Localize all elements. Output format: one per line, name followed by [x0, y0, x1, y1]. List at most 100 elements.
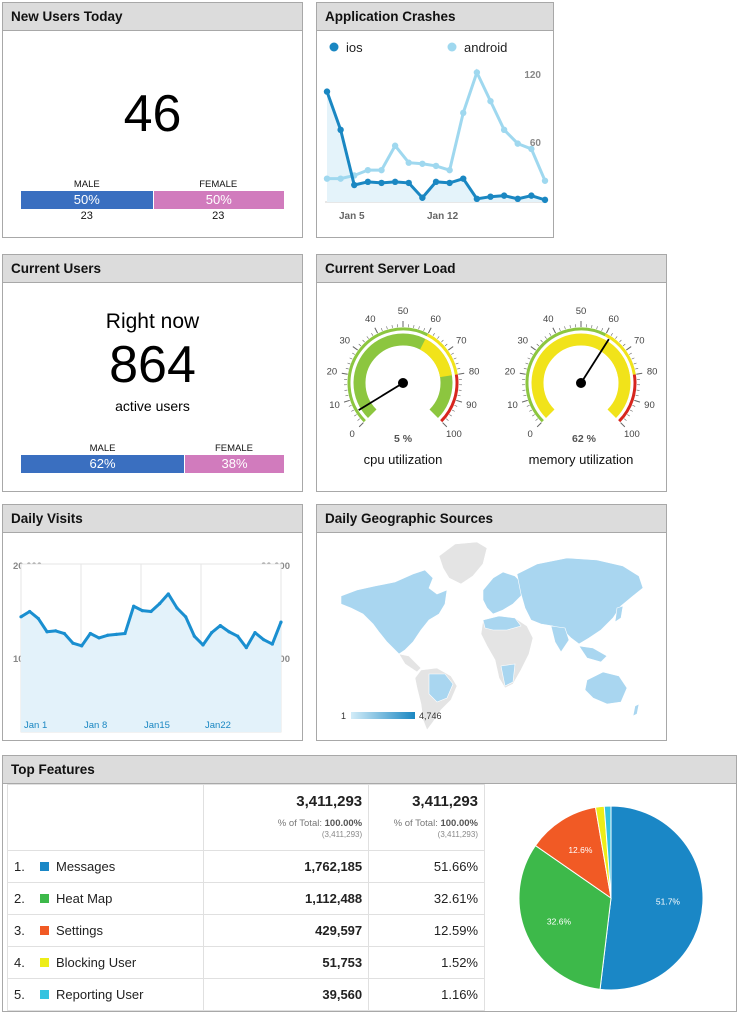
android-data-point[interactable] [500, 126, 508, 134]
ios-data-point[interactable] [500, 192, 508, 199]
android-data-point[interactable] [405, 159, 412, 166]
visits-data-point[interactable] [45, 630, 49, 634]
table-row[interactable]: 3. Settings 429,597 12.59% [7, 914, 485, 947]
ios-data-point[interactable] [528, 192, 535, 199]
ios-data-point[interactable] [514, 195, 521, 203]
feature-name[interactable]: Reporting User [56, 987, 143, 1002]
memory-value-label: 62 % [572, 433, 597, 445]
table-row[interactable]: 4. Blocking User 51,753 1.52% [7, 946, 485, 979]
feature-value: 39,560 [202, 978, 370, 1011]
visits-data-point[interactable] [270, 642, 274, 646]
ios-data-point[interactable] [460, 175, 467, 182]
female-bar: 38% [184, 455, 284, 473]
visits-data-point[interactable] [28, 609, 32, 614]
visits-data-point[interactable] [71, 641, 75, 645]
server-load-panel: Current Server Load 5 % cpu utilization … [316, 254, 667, 492]
visits-data-point[interactable] [210, 631, 214, 635]
gauge-minor-tick [629, 409, 633, 412]
android-data-point[interactable] [378, 166, 385, 174]
android-data-point[interactable] [528, 145, 535, 153]
pie-slice-label: 32.6% [547, 916, 572, 926]
asia-region[interactable] [516, 557, 644, 645]
android-data-point[interactable] [541, 177, 549, 184]
total-value: 3,411,293 [296, 793, 363, 810]
visits-data-point[interactable] [62, 631, 66, 636]
android-data-point[interactable] [337, 175, 344, 182]
table-row[interactable]: 1. Messages 1,762,185 51.66% [7, 850, 485, 883]
visits-data-point[interactable] [244, 646, 248, 650]
ios-data-point[interactable] [323, 88, 331, 95]
visits-data-point[interactable] [123, 631, 127, 636]
visits-data-point[interactable] [80, 644, 84, 648]
ios-data-point[interactable] [378, 179, 385, 187]
table-row[interactable]: 2. Heat Map 1,112,488 32.61% [7, 882, 485, 915]
pct-of-total-label: % of Total: [393, 818, 438, 829]
feature-name[interactable]: Messages [56, 859, 115, 874]
visits-data-point[interactable] [166, 592, 170, 596]
visits-data-point[interactable] [149, 609, 153, 614]
gauge-major-tick [605, 327, 610, 334]
visits-data-point[interactable] [114, 632, 118, 636]
visits-data-point[interactable] [158, 602, 162, 606]
pct-of-total: % of Total: 100.00% [210, 818, 362, 830]
ios-data-point[interactable] [405, 179, 412, 187]
visits-data-point[interactable] [227, 630, 231, 634]
android-data-point[interactable] [487, 97, 494, 105]
europe-region[interactable] [482, 571, 524, 615]
android-data-point[interactable] [364, 166, 372, 174]
visits-data-point[interactable] [253, 631, 257, 635]
ios-data-point[interactable] [364, 178, 372, 186]
legend-android[interactable]: android [447, 40, 508, 55]
visits-data-point[interactable] [192, 634, 196, 638]
gauge-minor-tick [352, 352, 355, 355]
visits-data-point[interactable] [140, 609, 144, 613]
visits-data-point[interactable] [279, 620, 283, 624]
visits-data-point[interactable] [97, 636, 101, 640]
visits-data-point[interactable] [175, 606, 179, 610]
ios-data-point[interactable] [351, 181, 358, 189]
ios-data-point[interactable] [337, 126, 344, 134]
feature-name[interactable]: Settings [56, 923, 103, 938]
android-data-point[interactable] [432, 162, 440, 170]
android-data-point[interactable] [514, 140, 521, 147]
android-data-point[interactable] [323, 175, 331, 182]
visits-data-point[interactable] [236, 634, 240, 638]
visits-data-point[interactable] [262, 638, 266, 642]
android-data-point[interactable] [419, 160, 426, 167]
visits-data-point[interactable] [106, 633, 110, 637]
ios-data-point[interactable] [446, 179, 453, 187]
ios-data-point[interactable] [473, 195, 481, 203]
visits-data-point[interactable] [54, 629, 58, 633]
world-map[interactable]: 1 4,746 [317, 534, 666, 741]
southeast-asia-region[interactable] [578, 645, 608, 663]
feature-name[interactable]: Heat Map [56, 891, 112, 906]
android-data-point[interactable] [391, 142, 399, 149]
australia-region[interactable] [584, 671, 628, 705]
pie-slice[interactable] [599, 805, 704, 991]
visits-data-point[interactable] [201, 643, 205, 647]
north-america-region[interactable] [340, 569, 448, 655]
ios-data-point[interactable] [541, 196, 549, 204]
visits-data-point[interactable] [36, 616, 40, 621]
visits-data-point[interactable] [184, 615, 188, 619]
feature-name[interactable]: Blocking User [56, 955, 136, 970]
north-africa-region[interactable] [482, 615, 522, 631]
visits-data-point[interactable] [132, 604, 136, 608]
android-data-point[interactable] [460, 109, 467, 117]
visits-data-point[interactable] [218, 624, 222, 628]
visits-data-point[interactable] [88, 631, 92, 636]
ios-data-point[interactable] [487, 193, 494, 200]
central-america-region[interactable] [398, 653, 422, 673]
table-row[interactable]: 5. Reporting User 39,560 1.16% [7, 978, 485, 1011]
ios-data-point[interactable] [419, 194, 426, 201]
legend-ios[interactable]: ios [329, 40, 364, 55]
android-data-point[interactable] [446, 166, 453, 174]
new-zealand-region[interactable] [632, 703, 640, 717]
ios-data-point[interactable] [391, 178, 399, 186]
visits-data-point[interactable] [19, 615, 23, 619]
feature-color-swatch [40, 926, 49, 935]
gauge-minor-tick [635, 394, 639, 397]
ios-data-point[interactable] [432, 178, 440, 186]
greenland-region[interactable] [438, 541, 488, 585]
android-data-point[interactable] [473, 69, 481, 76]
